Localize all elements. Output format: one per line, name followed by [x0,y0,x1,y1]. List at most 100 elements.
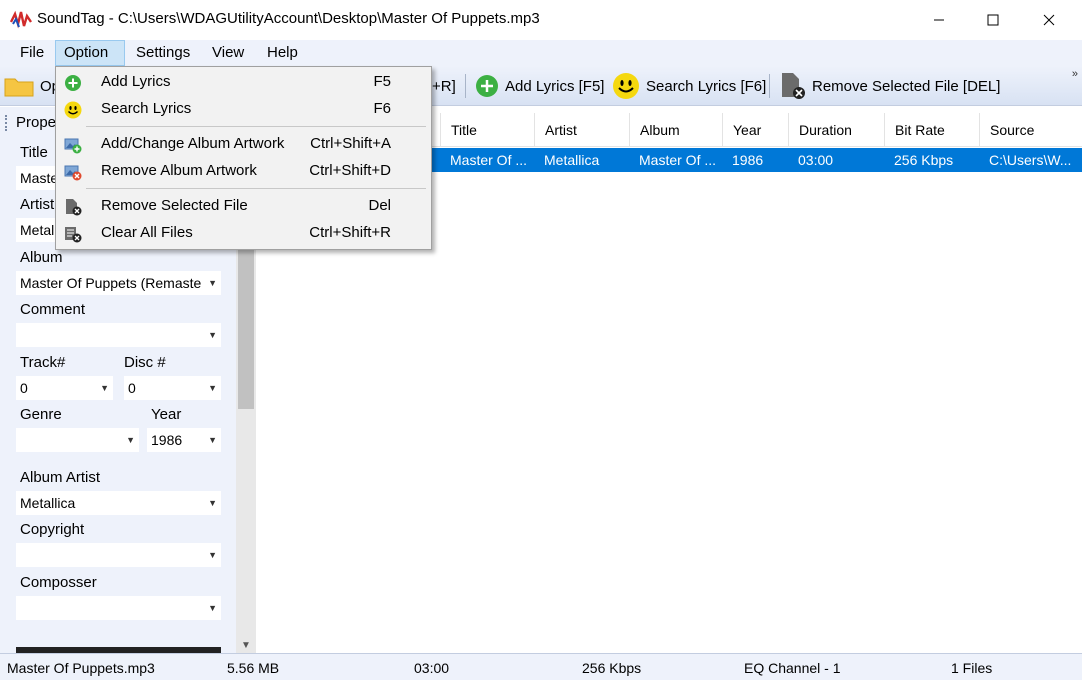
column-year[interactable]: Year [722,113,788,147]
year-combo[interactable]: 1986 ▼ [147,428,221,452]
search-lyrics-button-label: Search Lyrics [F6] [646,77,767,95]
menu-bar: File Option Settings View Help [0,40,1082,66]
column-artist[interactable]: Artist [534,113,629,147]
image-add-icon [64,138,82,154]
cell-artist: Metallica [544,152,600,168]
menu-item-clear-files[interactable]: Clear All Files Ctrl+Shift+R [58,220,429,247]
status-file-count: 1 Files [951,660,993,676]
toolbar-overflow-button[interactable]: » [1072,68,1078,80]
minimize-icon [934,19,944,21]
column-album[interactable]: Album [629,113,722,147]
smiley-icon [613,73,639,99]
album-combo-value: Master Of Puppets (Remaste [20,275,202,291]
chevron-down-icon: ▼ [208,498,217,508]
properties-title: Prope [16,114,57,131]
composer-label: Composser [20,574,97,591]
menu-item-label: Remove Selected File [101,197,248,214]
comment-combo[interactable]: ▼ [16,323,221,347]
cell-bitrate: 256 Kbps [894,152,954,168]
close-button[interactable] [1022,0,1076,40]
disc-combo-value: 0 [128,380,136,396]
add-lyrics-button[interactable]: Add Lyrics [F5] [475,72,604,100]
menu-item-shortcut: Ctrl+Shift+A [310,135,391,152]
genre-combo[interactable]: ▼ [16,428,139,452]
genre-label: Genre [20,406,62,423]
chevron-down-icon: ▼ [208,435,217,445]
remove-file-button[interactable]: Remove Selected File [DEL] [780,72,1000,100]
composer-combo[interactable]: ▼ [16,596,221,620]
menu-item-add-lyrics[interactable]: Add Lyrics F5 [58,69,429,96]
album-combo[interactable]: Master Of Puppets (Remaste ▼ [16,271,221,295]
menu-item-remove-artwork[interactable]: Remove Album Artwork Ctrl+Shift+D [58,158,429,185]
file-remove-icon [66,199,82,216]
menu-separator [86,126,426,127]
grip-handle[interactable] [5,115,7,131]
menu-option[interactable]: Option [55,40,125,66]
menu-help[interactable]: Help [259,40,306,66]
search-lyrics-button[interactable]: Search Lyrics [F6] [612,72,766,100]
window-title: SoundTag - C:\Users\WDAGUtilityAccount\D… [37,10,540,27]
image-remove-icon [64,165,82,181]
chevron-down-icon: ▼ [208,550,217,560]
list-clear-icon [65,227,82,243]
scroll-down-icon[interactable]: ▼ [241,640,251,651]
minimize-button[interactable] [912,0,966,40]
menu-item-add-artwork[interactable]: Add/Change Album Artwork Ctrl+Shift+A [58,131,429,158]
cell-duration: 03:00 [798,152,834,168]
year-combo-value: 1986 [151,432,183,448]
track-label: Track# [20,354,66,371]
menu-view[interactable]: View [204,40,252,66]
maximize-button[interactable] [966,0,1020,40]
copyright-label: Copyright [20,521,85,538]
chevron-down-icon: ▼ [126,435,135,445]
cell-title: Master Of ... [450,152,528,168]
artist-label: Artist [20,196,55,213]
disc-combo[interactable]: 0 ▼ [124,376,221,400]
year-label: Year [151,406,182,423]
menu-item-label: Remove Album Artwork [101,162,257,179]
chevron-down-icon: ▼ [100,383,109,393]
column-duration[interactable]: Duration [788,113,884,147]
title-bar: SoundTag - C:\Users\WDAGUtilityAccount\D… [0,0,1082,40]
track-combo[interactable]: 0 ▼ [16,376,113,400]
clear-all-button[interactable]: +R] [432,72,456,100]
menu-item-label: Search Lyrics [101,100,192,117]
menu-item-shortcut: Ctrl+Shift+R [309,224,391,241]
album-artist-combo[interactable]: Metallica ▼ [16,491,221,515]
menu-file[interactable]: File [12,40,52,66]
chevron-down-icon: ▼ [208,383,217,393]
disc-label: Disc # [124,354,166,371]
copyright-combo[interactable]: ▼ [16,543,221,567]
folder-icon [4,78,34,97]
option-menu: Add Lyrics F5 Search Lyrics F6 Add/Chang… [55,66,432,250]
comment-label: Comment [20,301,86,318]
menu-item-label: Add Lyrics [101,73,171,90]
add-circle-icon [476,75,498,97]
menu-item-search-lyrics[interactable]: Search Lyrics F6 [58,96,429,123]
status-bar: Master Of Puppets.mp3 5.56 MB 03:00 256 … [0,653,1082,680]
album-artist-combo-value: Metallica [20,495,76,511]
track-combo-value: 0 [20,380,28,396]
chevron-down-icon: ▼ [208,603,217,613]
remove-file-button-label: Remove Selected File [DEL] [812,77,1001,95]
status-channel: EQ Channel - 1 [744,660,841,676]
cell-source: C:\Users\W... [989,152,1072,168]
album-label: Album [20,249,63,266]
add-circle-icon [65,75,81,91]
maximize-icon [987,14,999,26]
column-source[interactable]: Source [979,113,1082,147]
status-filename: Master Of Puppets.mp3 [7,660,155,676]
menu-item-shortcut: F5 [373,73,391,90]
cell-year: 1986 [732,152,764,168]
toolbar-separator [465,74,466,98]
menu-item-shortcut: Del [368,197,391,214]
smiley-icon [64,101,82,119]
open-button[interactable]: Op [4,72,60,100]
menu-item-remove-file[interactable]: Remove Selected File Del [58,193,429,220]
add-lyrics-button-label: Add Lyrics [F5] [505,77,605,95]
file-remove-icon [782,73,805,99]
scrollbar-thumb[interactable] [238,237,254,409]
column-bitrate[interactable]: Bit Rate [884,113,979,147]
column-title[interactable]: Title [440,113,534,147]
menu-settings[interactable]: Settings [128,40,198,66]
